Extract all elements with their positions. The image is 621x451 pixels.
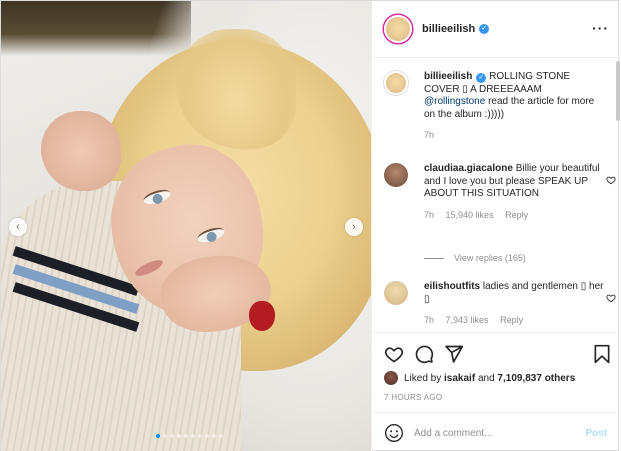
post-actions: Liked by isakaif and 7,109,837 others 7 … (372, 332, 619, 451)
photo-hand (41, 111, 121, 191)
photo-strawberry (249, 301, 275, 331)
comment-time[interactable]: 7h (424, 210, 434, 220)
mention-link[interactable]: @rollingstone (424, 96, 485, 107)
chevron-right-icon: › (352, 221, 356, 233)
carousel-dot (156, 434, 160, 438)
view-replies-label: View replies (165) (454, 253, 526, 263)
caption-item: billieeilish ✓ ROLLING STONE COVER ▯ A DR… (384, 71, 604, 140)
liker-username[interactable]: isakaif (444, 373, 475, 384)
comment-likes[interactable]: 15,940 likes (446, 210, 494, 220)
comment-input[interactable] (414, 427, 586, 439)
likes-connector: and (477, 372, 495, 384)
avatar[interactable] (384, 371, 398, 385)
comment-text: eilishoutfits ladies and gentlemen ▯ her… (424, 281, 604, 306)
divider (424, 257, 444, 259)
avatar[interactable] (384, 163, 408, 187)
likes-summary: Liked by isakaif and 7,109,837 others (384, 371, 575, 385)
post-sidebar: billieeilish ✓ ··· billieeilish ✓ ROLLING… (371, 1, 621, 451)
carousel-dot (170, 434, 174, 438)
avatar[interactable] (384, 281, 408, 305)
post-username[interactable]: billieeilish (422, 23, 475, 35)
comment-username[interactable]: eilishoutfits (424, 281, 480, 292)
avatar[interactable] (384, 15, 412, 43)
carousel-dot (184, 434, 188, 438)
reply-button[interactable]: Reply (505, 210, 528, 220)
more-horizontal-icon: ··· (592, 20, 609, 36)
likes-prefix: Liked by (404, 372, 442, 384)
post-timestamp[interactable]: 7 HOURS AGO (384, 393, 442, 402)
reply-button[interactable]: Reply (500, 315, 523, 325)
comment-icon[interactable] (414, 344, 434, 364)
comment-item: claudiaa.giacalone Billie your beautiful… (384, 163, 616, 220)
comment-time[interactable]: 7h (424, 315, 434, 325)
view-replies-button[interactable]: View replies (165) (424, 253, 526, 263)
add-comment-bar: Post (372, 412, 619, 451)
post-dialog: ‹ › billieeilish ✓ ··· billieeilish ✓ ROL… (0, 0, 621, 451)
post-header: billieeilish ✓ ··· (372, 1, 621, 58)
comment-likes[interactable]: 7,943 likes (446, 315, 489, 325)
carousel-indicator (156, 434, 223, 438)
verified-badge-icon: ✓ (476, 73, 487, 83)
carousel-dot (219, 434, 223, 438)
heart-icon[interactable] (606, 175, 616, 185)
heart-icon[interactable] (384, 344, 404, 364)
caption-username[interactable]: billieeilish (424, 71, 472, 82)
caption-part: A DREEEAAAM (467, 83, 542, 95)
likes-count-link[interactable]: 7,109,837 others (497, 373, 575, 384)
carousel-dot (177, 434, 181, 438)
share-icon[interactable] (444, 344, 464, 364)
post-comment-button[interactable]: Post (585, 428, 607, 439)
heart-icon[interactable] (606, 293, 616, 303)
carousel-prev-button[interactable]: ‹ (9, 218, 27, 236)
carousel-dot (212, 434, 216, 438)
more-options-button[interactable]: ··· (592, 20, 609, 36)
carousel-dot (163, 434, 167, 438)
smile-icon[interactable] (384, 423, 404, 443)
comment-text: claudiaa.giacalone Billie your beautiful… (424, 163, 604, 201)
avatar[interactable] (384, 71, 408, 95)
bookmark-icon[interactable] (592, 344, 612, 364)
comments-list[interactable]: billieeilish ✓ ROLLING STONE COVER ▯ A DR… (372, 59, 619, 331)
carousel-next-button[interactable]: › (345, 218, 363, 236)
verified-badge-icon: ✓ (479, 24, 490, 34)
caption-time[interactable]: 7h (424, 130, 434, 140)
post-photo[interactable]: ‹ › (1, 1, 371, 451)
caption-meta: 7h (424, 130, 604, 140)
comment-item: eilishoutfits ladies and gentlemen ▯ her… (384, 281, 616, 325)
comment-meta: 7h 7,943 likes Reply (424, 315, 604, 325)
carousel-dot (205, 434, 209, 438)
caption-text: billieeilish ✓ ROLLING STONE COVER ▯ A DR… (424, 71, 604, 121)
comment-meta: 7h 15,940 likes Reply (424, 210, 604, 220)
chevron-left-icon: ‹ (16, 221, 20, 233)
comments-scrollbar[interactable] (616, 61, 620, 121)
comment-username[interactable]: claudiaa.giacalone (424, 163, 513, 174)
carousel-dot (191, 434, 195, 438)
carousel-dot (198, 434, 202, 438)
